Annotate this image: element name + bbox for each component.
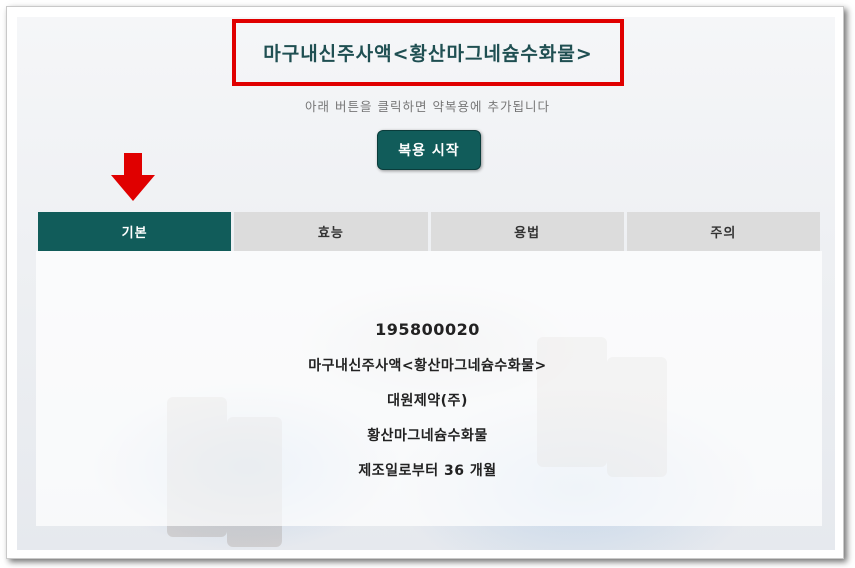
down-arrow-icon (111, 153, 155, 201)
title-highlight-box: 마구내신주사액<황산마그네슘수화물> (232, 19, 624, 86)
basic-info: 195800020 마구내신주사액<황산마그네슘수화물> 대원제약(주) 황산마… (0, 312, 855, 487)
tab-basic[interactable]: 기본 (38, 212, 232, 251)
tab-bar: 기본 효능 용법 주의 (38, 212, 820, 251)
ingredient: 황산마그네슘수화물 (367, 427, 488, 444)
tab-efficacy[interactable]: 효능 (234, 212, 428, 251)
tab-usage[interactable]: 용법 (430, 212, 624, 251)
product-code: 195800020 (375, 320, 480, 339)
add-hint-text: 아래 버튼을 클릭하면 약복용에 추가됩니다 (305, 99, 550, 114)
expiry-period: 제조일로부터 36 개월 (358, 462, 497, 479)
product-name: 마구내신주사액<황산마그네슘수화물> (308, 357, 547, 374)
page-title: 마구내신주사액<황산마그네슘수화물> (263, 43, 593, 65)
tab-caution[interactable]: 주의 (626, 212, 820, 251)
manufacturer: 대원제약(주) (387, 392, 468, 409)
start-dosing-button[interactable]: 복용 시작 (377, 130, 481, 170)
